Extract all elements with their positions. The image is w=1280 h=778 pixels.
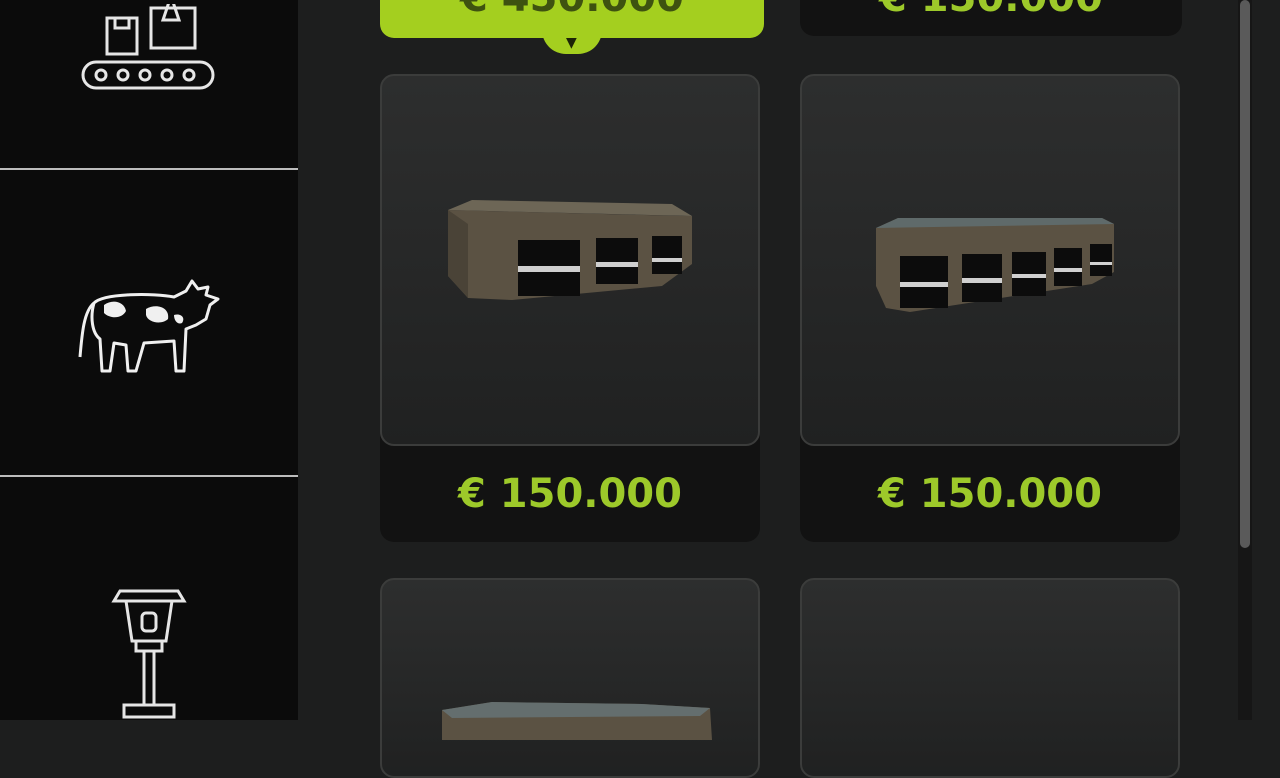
shop-grid: € 450.000 ▼ € 150.000 € 150.000 (298, 0, 1280, 778)
item-thumbnail (380, 578, 760, 778)
selection-arrow-icon: ▼ (566, 35, 577, 51)
garage-building-image (448, 200, 692, 300)
item-thumbnail (380, 74, 760, 446)
category-sidebar (0, 0, 298, 720)
scrollbar-thumb[interactable] (1240, 0, 1250, 548)
shop-item-card[interactable] (800, 578, 1180, 778)
shop-item-card[interactable]: € 150.000 (800, 74, 1180, 542)
shop-item-card[interactable] (380, 578, 760, 778)
item-price: € 150.000 (800, 0, 1182, 18)
shop-item-card[interactable]: € 150.000 (800, 0, 1182, 36)
item-price: € 150.000 (878, 471, 1102, 517)
garage-building-image (876, 218, 1114, 312)
category-animals[interactable] (0, 170, 298, 475)
garage-building-image (442, 702, 712, 740)
item-thumbnail (800, 578, 1180, 778)
category-production[interactable] (0, 0, 298, 168)
factory-conveyor-icon (81, 4, 215, 90)
selected-item-price: € 450.000 (380, 0, 764, 18)
item-price: € 150.000 (458, 471, 682, 517)
item-thumbnail (800, 74, 1180, 446)
category-decoration[interactable] (0, 477, 298, 720)
street-lamp-icon (111, 589, 187, 718)
cow-icon (78, 279, 220, 372)
shop-item-card[interactable]: € 150.000 (380, 74, 760, 542)
selected-item-price-tag[interactable]: € 450.000 ▼ (380, 0, 764, 54)
